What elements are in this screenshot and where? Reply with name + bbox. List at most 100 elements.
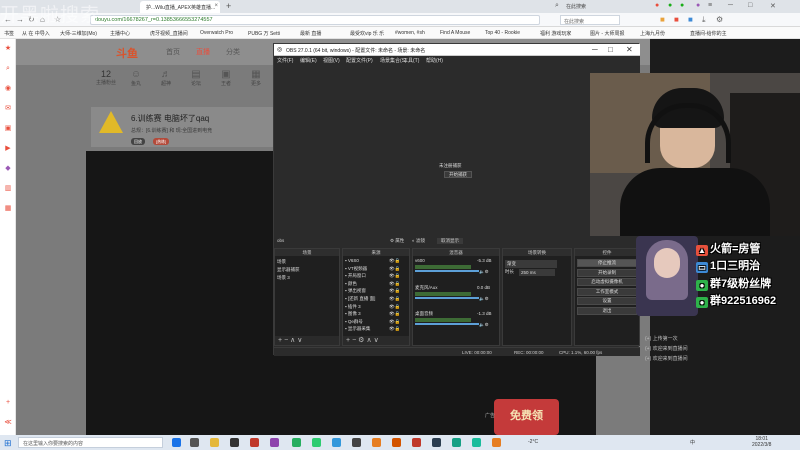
calendar-icon[interactable]: ▦ — [4, 205, 12, 213]
close-icon[interactable]: ✕ — [626, 45, 633, 54]
source-item[interactable]: ▪ 图像 3 👁🔒 — [345, 311, 400, 317]
visibility-icon[interactable]: 👁🔒 — [389, 258, 400, 264]
bookmark-item[interactable]: 最新 直播 — [300, 30, 321, 37]
explorer-icon[interactable] — [210, 438, 219, 447]
source-item[interactable]: ▪ 开局窗口 👁🔒 — [345, 273, 400, 279]
speaker-icon[interactable]: 🔈⚙ — [479, 322, 489, 328]
source-item[interactable]: ▪ [还新 直播 面] 👁🔒 — [345, 296, 400, 302]
chat-icon[interactable]: ✉ — [4, 105, 12, 113]
bookmark-item[interactable]: Find A Mouse — [440, 30, 470, 36]
close-icon[interactable]: ✕ — [770, 2, 776, 10]
bookmark-item[interactable]: Top 40 - Rookie — [485, 30, 520, 36]
category-item[interactable]: 12 主播粉丝 — [91, 69, 121, 86]
source-item[interactable]: ▪ 显示器采集 👁🔒 — [345, 326, 400, 332]
search-icon[interactable]: ⌕ — [555, 2, 559, 10]
start-capture-button[interactable]: 开始捕获 — [444, 171, 472, 178]
filters-button[interactable]: ◐ 滤镜 — [412, 238, 425, 244]
minimize-icon[interactable]: ─ — [592, 45, 598, 54]
source-item[interactable]: ▪ 颜色 👁🔒 — [345, 281, 400, 287]
maximize-icon[interactable]: □ — [748, 2, 752, 9]
nav-home[interactable]: 首页 — [166, 47, 180, 57]
extension-icon[interactable]: ■ — [660, 15, 665, 24]
windows-start-icon[interactable]: ⊞ — [4, 438, 12, 449]
volume-slider[interactable] — [415, 297, 479, 299]
tag-pill[interactable]: [热练] — [153, 138, 170, 145]
extension-icon[interactable]: ● — [696, 2, 700, 9]
app-icon[interactable] — [412, 438, 421, 447]
hide-button[interactable]: 取消显示 — [437, 238, 463, 244]
bookmark-item[interactable]: 直播间-给你的主 — [690, 30, 727, 37]
tag-pill[interactable]: 回放 — [131, 138, 145, 145]
visibility-icon[interactable]: 👁🔒 — [389, 311, 400, 317]
scene-item[interactable]: 场景 — [277, 259, 286, 265]
book-icon[interactable]: ▥ — [4, 185, 12, 193]
visibility-icon[interactable]: 👁🔒 — [389, 273, 400, 279]
app-icon[interactable] — [452, 438, 461, 447]
favorite-icon[interactable]: ★ — [4, 45, 12, 53]
duration-input[interactable]: 250 ms — [519, 269, 555, 276]
edge-icon[interactable] — [172, 438, 181, 447]
firefox-icon[interactable] — [492, 438, 501, 447]
tabstrip-search-label[interactable]: 在此搜索 — [566, 3, 586, 10]
obs-menu-item[interactable]: 视图(V) — [323, 57, 340, 64]
obs-menu-item[interactable]: 文件(F) — [277, 57, 293, 64]
extension-icon[interactable]: ● — [680, 2, 684, 9]
volume-slider[interactable] — [415, 323, 479, 325]
clock[interactable]: 18:01 2022/3/8 — [752, 436, 771, 448]
nav-category[interactable]: 分类 — [226, 47, 240, 57]
app-icon[interactable] — [472, 438, 481, 447]
app-icon[interactable] — [230, 438, 239, 447]
obs-icon[interactable] — [352, 438, 361, 447]
bookmark-item[interactable]: 主播中心 — [110, 30, 130, 37]
visibility-icon[interactable]: 👁🔒 — [389, 266, 400, 272]
video-icon[interactable]: ▶ — [4, 145, 12, 153]
app-icon[interactable]: ◆ — [4, 165, 12, 173]
sources-toolbar[interactable]: +−⚙∧∨ — [343, 336, 409, 345]
obs-menu-item[interactable]: 帮助(H) — [426, 57, 443, 64]
new-tab-button[interactable]: + — [226, 1, 231, 11]
bookmark-item[interactable]: #women, #sh — [395, 30, 425, 36]
category-item[interactable]: ▦ 更多 — [241, 69, 271, 87]
address-bar[interactable]: douyu.com/16678267_r=0.13853666553274557 — [90, 15, 540, 25]
category-item[interactable]: ☺ 鱼丸 — [121, 69, 151, 87]
add-icon[interactable]: + — [4, 399, 12, 407]
bookmark-item[interactable]: 最受欢vip 乐 乐 — [350, 30, 384, 37]
source-item[interactable]: ▪ Qe群号 👁🔒 — [345, 319, 400, 325]
bookmark-item[interactable]: 从 在 中导入 — [22, 30, 50, 37]
source-item[interactable]: ▪ 弹出视窗 👁🔒 — [345, 288, 400, 294]
obs-menu-item[interactable]: 配置文件(P) — [346, 57, 373, 64]
obs-menu-item[interactable]: 编辑(E) — [300, 57, 317, 64]
extension-icon[interactable]: ■ — [688, 15, 693, 24]
transition-select[interactable]: 渐变 — [505, 260, 557, 268]
control-button[interactable]: 设置 — [577, 297, 637, 305]
source-item[interactable]: ▪ V6S0 👁🔒 — [345, 258, 400, 263]
collapse-icon[interactable]: ≪ — [4, 419, 12, 427]
menu-icon[interactable]: ≡ — [708, 2, 712, 9]
source-item[interactable]: ▪ VT视频器 👁🔒 — [345, 266, 400, 272]
app-icon[interactable] — [332, 438, 341, 447]
gift-banner[interactable]: 免费领 — [494, 399, 559, 435]
bookmark-item[interactable]: Overwatch Pro — [200, 30, 233, 36]
visibility-icon[interactable]: 👁🔒 — [389, 304, 400, 310]
scenes-toolbar[interactable]: +−∧∨ — [275, 336, 339, 345]
bookmark-item[interactable]: PUBG 万 Setti — [248, 30, 280, 37]
control-button[interactable]: 退出 — [577, 306, 637, 315]
control-button[interactable]: 工作室模式 — [577, 287, 637, 296]
speaker-icon[interactable]: 🔈⚙ — [479, 296, 489, 302]
bookmark-item[interactable]: 福利 游戏玩家 — [540, 30, 571, 37]
app-icon[interactable] — [250, 438, 259, 447]
search-icon[interactable]: ⌕ — [4, 65, 12, 73]
extension-icon[interactable]: ■ — [674, 15, 679, 24]
wechat-icon[interactable]: ● — [668, 2, 672, 9]
obs-menu-item[interactable]: 工具(T) — [403, 57, 419, 64]
bookmark-item[interactable]: 图片 - 大师周报 — [590, 30, 624, 37]
game-icon[interactable]: ◉ — [4, 85, 12, 93]
visibility-icon[interactable]: 👁🔒 — [389, 296, 400, 302]
bookmark-item[interactable]: 虎牙视频_直播间 — [150, 30, 188, 37]
douyu-logo[interactable]: 斗鱼 — [116, 45, 138, 61]
weather-temp[interactable]: -2°C — [528, 439, 538, 445]
browser-tab[interactable]: 护...Wilu直播_APEX英雄直播... × — [140, 1, 220, 13]
category-item[interactable]: ▤ 论坛 — [181, 69, 211, 87]
visibility-icon[interactable]: 👁🔒 — [389, 319, 400, 325]
close-icon[interactable]: × — [214, 3, 218, 9]
